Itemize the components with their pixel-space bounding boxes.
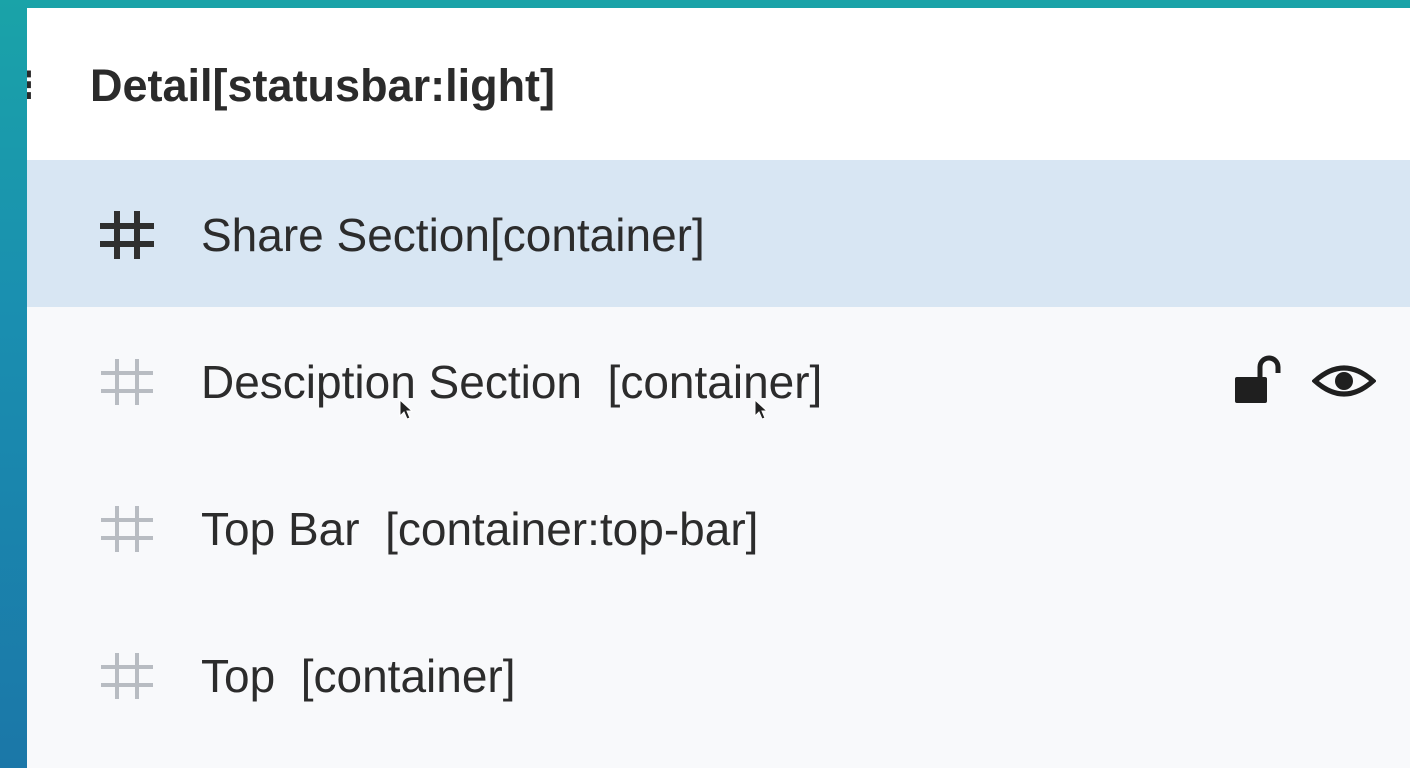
layer-label: Share Section[container] (201, 209, 705, 261)
layer-row-description-section[interactable]: Desciption Section [container] (27, 307, 1410, 454)
layers-panel: ⁝ Detail[statusbar:light] Share Section[… (27, 8, 1410, 768)
hash-icon (100, 211, 154, 259)
layer-row-top[interactable]: Top [container] (27, 601, 1410, 748)
cursor-icon (399, 399, 413, 420)
component-icon: ⁝ (27, 64, 35, 108)
hash-icon (101, 506, 153, 552)
hash-icon (101, 653, 153, 699)
layer-label: Top Bar [container:top-bar] (201, 503, 759, 555)
cursor-icon (754, 399, 768, 420)
row-actions (1232, 353, 1376, 409)
unlock-icon[interactable] (1232, 355, 1282, 407)
layer-label: Top [container] (201, 650, 516, 702)
page-title[interactable]: Detail[statusbar:light] (90, 60, 555, 112)
panel-header: ⁝ Detail[statusbar:light] (27, 8, 1410, 160)
eye-icon[interactable] (1312, 361, 1376, 401)
layer-row-top-bar[interactable]: Top Bar [container:top-bar] (27, 454, 1410, 601)
layer-row-share-section[interactable]: Share Section[container] (27, 160, 1410, 307)
hash-icon (101, 359, 153, 405)
layer-label: Desciption Section [container] (201, 356, 823, 408)
